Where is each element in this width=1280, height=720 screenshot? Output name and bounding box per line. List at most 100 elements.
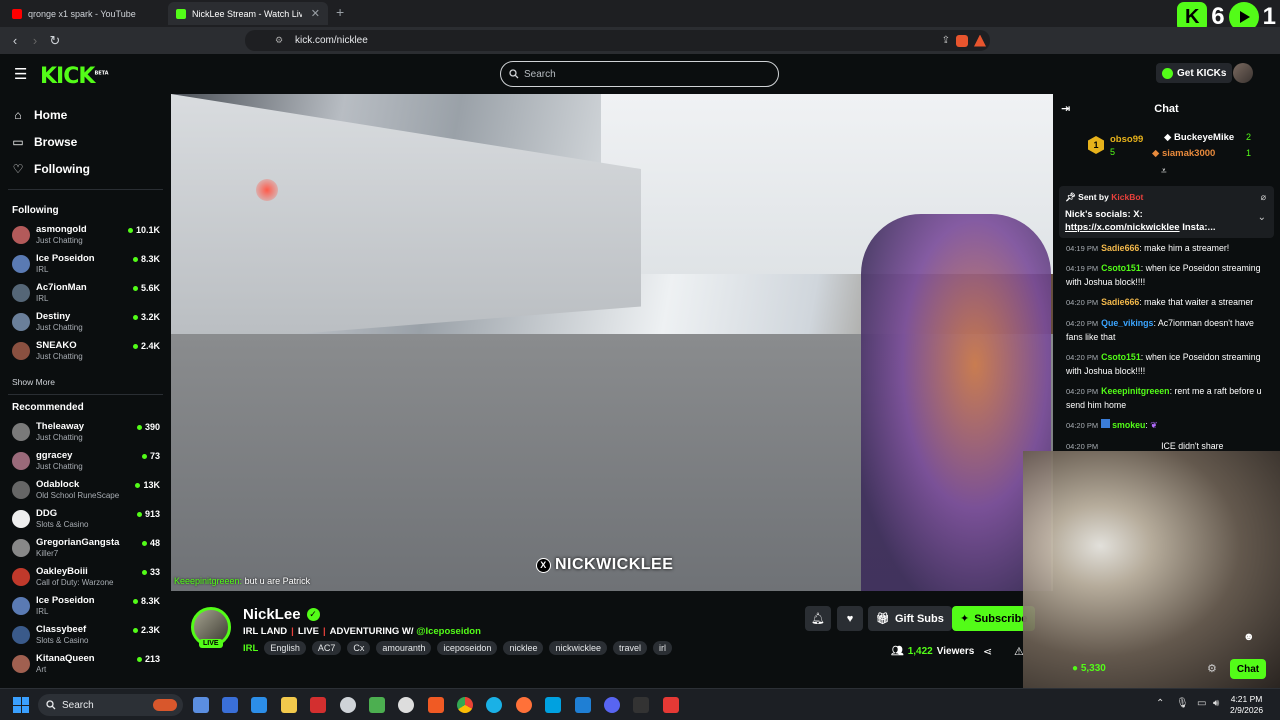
message-user[interactable]: smokeu xyxy=(1112,420,1145,430)
message-user[interactable]: Sadie666 xyxy=(1101,297,1139,307)
video-player[interactable]: X NICKWICKLEE Keeepinitgreeen: but u are… xyxy=(171,94,1053,591)
file-explorer-icon[interactable] xyxy=(281,697,297,713)
sidebar-item-browse[interactable]: ▭ Browse xyxy=(12,135,77,149)
channel-item[interactable]: Theleaway Just Chatting 390 xyxy=(12,421,160,449)
app-icon[interactable] xyxy=(340,697,356,713)
app-icon[interactable] xyxy=(633,697,649,713)
channel-item[interactable]: Ice Poseidon IRL 8.3K xyxy=(12,253,160,281)
collapse-chat-icon[interactable]: ⇥ xyxy=(1061,102,1070,115)
share-icon[interactable]: ⇪ xyxy=(942,35,950,46)
message-user[interactable]: Keeepinitgreeen xyxy=(1101,386,1169,396)
browser-tab-bar: qronge x1 spark - YouTube NickLee Stream… xyxy=(0,0,1280,32)
new-tab-button[interactable]: + xyxy=(336,4,344,20)
tag-chip[interactable]: nicklee xyxy=(503,641,544,655)
leader-row[interactable]: ◆ siamak3000 xyxy=(1152,148,1215,159)
app-icon[interactable] xyxy=(222,697,238,713)
kick-points[interactable]: ● 5,330 xyxy=(1072,663,1106,674)
app-icon[interactable] xyxy=(251,697,267,713)
category-link[interactable]: IRL xyxy=(243,643,258,654)
kick-logo[interactable]: KICKBETA xyxy=(40,64,109,89)
message-time: 04:20 PM xyxy=(1066,319,1099,328)
app-icon[interactable] xyxy=(663,697,679,713)
user-avatar[interactable] xyxy=(1233,63,1253,83)
back-icon[interactable]: ‹ xyxy=(5,33,25,48)
leader-name[interactable]: obso99 xyxy=(1110,134,1143,145)
browser-tab-kick[interactable]: NickLee Stream - Watch Live ✕ xyxy=(168,2,328,25)
message-user[interactable]: Csoto151 xyxy=(1101,352,1141,362)
channel-item[interactable]: GregorianGangsta Killer7 48 xyxy=(12,537,160,565)
task-view-icon[interactable] xyxy=(193,697,209,713)
vscode-icon[interactable] xyxy=(575,697,591,713)
site-info-icon[interactable]: ⚙ xyxy=(275,35,283,46)
app-icon[interactable] xyxy=(545,697,561,713)
forward-icon[interactable]: › xyxy=(25,33,45,48)
message-user[interactable]: Csoto151 xyxy=(1101,263,1141,273)
firefox-icon[interactable] xyxy=(516,697,532,713)
expand-leaderboard-icon[interactable]: ⩡ xyxy=(1161,166,1167,177)
viewer-counter: 👥︎ 1,422 Viewers xyxy=(891,646,974,657)
url-field[interactable]: ⚙ kick.com/nicklee ⇪ xyxy=(245,30,990,51)
channel-item[interactable]: Ice Poseidon IRL 8.3K xyxy=(12,595,160,623)
message-user[interactable]: Que_vikings xyxy=(1101,318,1153,328)
channel-item[interactable]: ggracey Just Chatting 73 xyxy=(12,450,160,478)
tag-chip[interactable]: AC7 xyxy=(311,641,342,655)
channel-item[interactable]: DDG Slots & Casino 913 xyxy=(12,508,160,536)
sidebar-item-home[interactable]: ⌂ Home xyxy=(12,108,67,122)
show-more-link[interactable]: Show More xyxy=(12,377,55,387)
network-icon[interactable]: ▭ xyxy=(1197,698,1206,709)
pinned-link[interactable]: https://x.com/nickwicklee xyxy=(1065,222,1180,233)
tag-chip[interactable]: travel xyxy=(612,641,647,655)
brave-browser-icon[interactable] xyxy=(428,697,444,713)
close-tab-icon[interactable]: ✕ xyxy=(311,7,320,20)
channel-item[interactable]: Classybeef Slots & Casino 2.3K xyxy=(12,624,160,652)
message-user[interactable]: Sadie666 xyxy=(1101,243,1139,253)
tag-chip[interactable]: amouranth xyxy=(376,641,432,655)
notification-bell-button[interactable]: 🔔︎ xyxy=(805,606,831,631)
tray-chevron-icon[interactable]: ⌃ xyxy=(1156,698,1164,709)
discord-icon[interactable] xyxy=(604,697,620,713)
sidebar-item-following[interactable]: ♡ Following xyxy=(12,162,90,176)
gift-subs-button[interactable]: 🎁︎ Gift Subs xyxy=(868,606,952,631)
browser-tab-youtube[interactable]: qronge x1 spark - YouTube xyxy=(4,2,166,25)
get-kicks-button[interactable]: Get KICKs xyxy=(1156,63,1233,83)
leader-row[interactable]: ◆ BuckeyeMike xyxy=(1164,132,1234,143)
taskbar-clock[interactable]: 4:21 PM 2/9/2026 xyxy=(1230,694,1263,716)
chat-settings-icon[interactable]: ⚙ xyxy=(1207,662,1217,675)
windows-start-icon[interactable] xyxy=(13,697,29,713)
channel-item[interactable]: Destiny Just Chatting 3.2K xyxy=(12,311,160,339)
emoji-icon[interactable]: ☻ xyxy=(1243,631,1255,643)
search-input[interactable]: Search xyxy=(500,61,779,87)
pinned-text: Nick's socials: X: https://x.com/nickwic… xyxy=(1065,208,1245,234)
app-icon[interactable] xyxy=(369,697,385,713)
unpin-icon[interactable]: ⌀ xyxy=(1261,192,1266,203)
chevron-down-icon[interactable]: ⌄ xyxy=(1258,212,1266,223)
channel-item[interactable]: SNEAKO Just Chatting 2.4K xyxy=(12,340,160,368)
volume-icon[interactable]: 🔊︎ xyxy=(1213,698,1219,709)
brave-rewards-icon[interactable] xyxy=(974,34,986,47)
microphone-icon[interactable]: 🎙︎ xyxy=(1176,698,1189,709)
channel-item[interactable]: Odablock Old School RuneScape 13K xyxy=(12,479,160,507)
tag-chip[interactable]: irl xyxy=(652,641,672,655)
streamer-name[interactable]: NickLee xyxy=(243,606,301,623)
chrome-icon[interactable] xyxy=(457,697,473,713)
title-mention-link[interactable]: @Iceposeidon xyxy=(416,626,481,637)
hamburger-menu-icon[interactable]: ☰ xyxy=(14,65,27,83)
tag-chip[interactable]: nickwicklee xyxy=(549,641,607,655)
send-chat-button[interactable]: Chat xyxy=(1230,659,1266,679)
brave-shield-icon[interactable] xyxy=(956,34,968,47)
tag-chip[interactable]: iceposeidon xyxy=(437,641,498,655)
channel-item[interactable]: OakleyBoiii Call of Duty: Warzone 33 xyxy=(12,566,160,594)
channel-name: KitanaQueen xyxy=(36,653,95,664)
app-icon[interactable] xyxy=(398,697,414,713)
channel-item[interactable]: KitanaQueen Art 213 xyxy=(12,653,160,681)
follow-heart-button[interactable]: ♥ xyxy=(837,606,863,631)
app-icon[interactable] xyxy=(310,697,326,713)
tag-chip[interactable]: Cx xyxy=(347,641,371,655)
share-icon[interactable]: ⋖ xyxy=(983,645,992,658)
channel-item[interactable]: asmongold Just Chatting 10.1K xyxy=(12,224,160,252)
reload-icon[interactable]: ↻ xyxy=(45,33,65,49)
channel-item[interactable]: Ac7ionMan IRL 5.6K xyxy=(12,282,160,310)
tag-chip[interactable]: English xyxy=(264,641,306,655)
edge-icon[interactable] xyxy=(486,697,502,713)
taskbar-search[interactable]: Search xyxy=(38,694,183,716)
